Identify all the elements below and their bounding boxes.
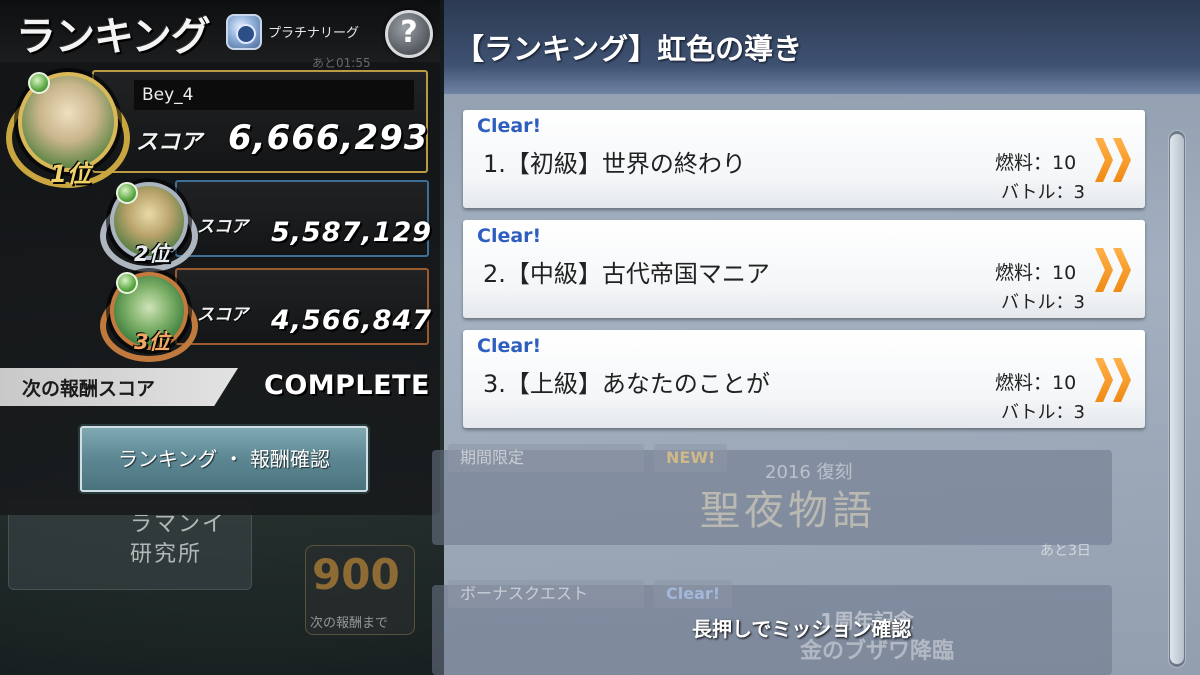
rank-2-score-label: スコア — [197, 217, 248, 237]
next-reward-status: COMPLETE — [264, 370, 430, 401]
scrollbar-thumb[interactable] — [1170, 134, 1184, 664]
rank-1-player-name: Bey_4 — [134, 80, 414, 110]
quest-item-3[interactable]: Clear! 3.【上級】あなたのことが 燃料：10 バトル：3 — [463, 330, 1145, 428]
quest-fuel: 燃料：10 — [995, 372, 1077, 394]
rank-3-score: 4,566,847 — [271, 305, 433, 336]
quest-clear-status: Clear! — [477, 115, 542, 137]
quest-clear-status: Clear! — [477, 335, 542, 357]
quest-battles: バトル：3 — [1001, 402, 1085, 423]
quest-name: 3.【上級】あなたのことが — [483, 370, 770, 398]
quest-item-1[interactable]: Clear! 1.【初級】世界の終わり 燃料：10 バトル：3 — [463, 110, 1145, 208]
countdown-text: あと01:55 — [312, 56, 371, 70]
rank-1-place: 1位 — [50, 160, 91, 188]
wood-element-icon — [116, 272, 138, 294]
banner-remaining-days: あと3日 — [1040, 543, 1091, 559]
long-press-hint: 長押しでミッション確認 — [692, 617, 912, 641]
quest-clear-status: Clear! — [477, 225, 542, 247]
bonus-quest-clear-badge: Clear! — [654, 580, 733, 608]
rank-2-score: 5,587,129 — [271, 217, 433, 248]
wood-element-icon — [116, 182, 138, 204]
quest-battles: バトル：3 — [1001, 182, 1085, 203]
bg-lab-text-line-2: 研究所 — [130, 542, 203, 567]
quest-fuel: 燃料：10 — [995, 152, 1077, 174]
banner-new-badge: NEW! — [654, 444, 728, 472]
rank-3-score-label: スコア — [197, 305, 248, 325]
rank-2-card: スコア 5,587,129 — [175, 180, 433, 257]
banner-limited-tag: 期間限定 — [448, 444, 644, 472]
chevron-right-icon — [1095, 138, 1113, 182]
bg-lab-text: ラマンイ 研究所 — [130, 510, 226, 570]
rank-1-score: 6,666,293 — [228, 118, 429, 158]
bonus-quest-tag: ボーナスクエスト — [448, 580, 644, 608]
quest-fuel: 燃料：10 — [995, 262, 1077, 284]
quest-item-2[interactable]: Clear! 2.【中級】古代帝国マニア 燃料：10 バトル：3 — [463, 220, 1145, 318]
chevron-right-icon — [1113, 358, 1131, 402]
ranking-reward-button[interactable]: ランキング ・ 報酬確認 — [80, 426, 368, 492]
rank-1-card: Bey_4 スコア 6,666,293 — [92, 70, 428, 173]
quest-panel-title: 【ランキング】虹色の導き — [455, 32, 803, 66]
chevron-right-icon — [1113, 138, 1131, 182]
platinum-league-icon — [226, 14, 262, 50]
next-reward-label: 次の報酬スコア — [22, 378, 156, 400]
bg-reward-caption: 次の報酬まで — [310, 616, 389, 631]
league-label: プラチナリーグ — [268, 26, 360, 41]
rank-3-place: 3位 — [134, 330, 170, 354]
rank-2-place: 2位 — [134, 242, 170, 266]
banner-title: 聖夜物語 — [700, 488, 876, 534]
quest-name: 2.【中級】古代帝国マニア — [483, 260, 770, 288]
wood-element-icon — [28, 72, 50, 94]
chevron-right-icon — [1095, 358, 1113, 402]
ranking-title: ランキング — [16, 14, 211, 60]
help-button[interactable]: ? — [385, 10, 433, 58]
quest-name: 1.【初級】世界の終わり — [483, 150, 746, 178]
quest-battles: バトル：3 — [1001, 292, 1085, 313]
bg-reward-number: 900 — [312, 550, 400, 599]
chevron-right-icon — [1095, 248, 1113, 292]
rank-3-card: スコア 4,566,847 — [175, 268, 433, 345]
rank-1-score-label: スコア — [136, 130, 203, 155]
chevron-right-icon — [1113, 248, 1131, 292]
